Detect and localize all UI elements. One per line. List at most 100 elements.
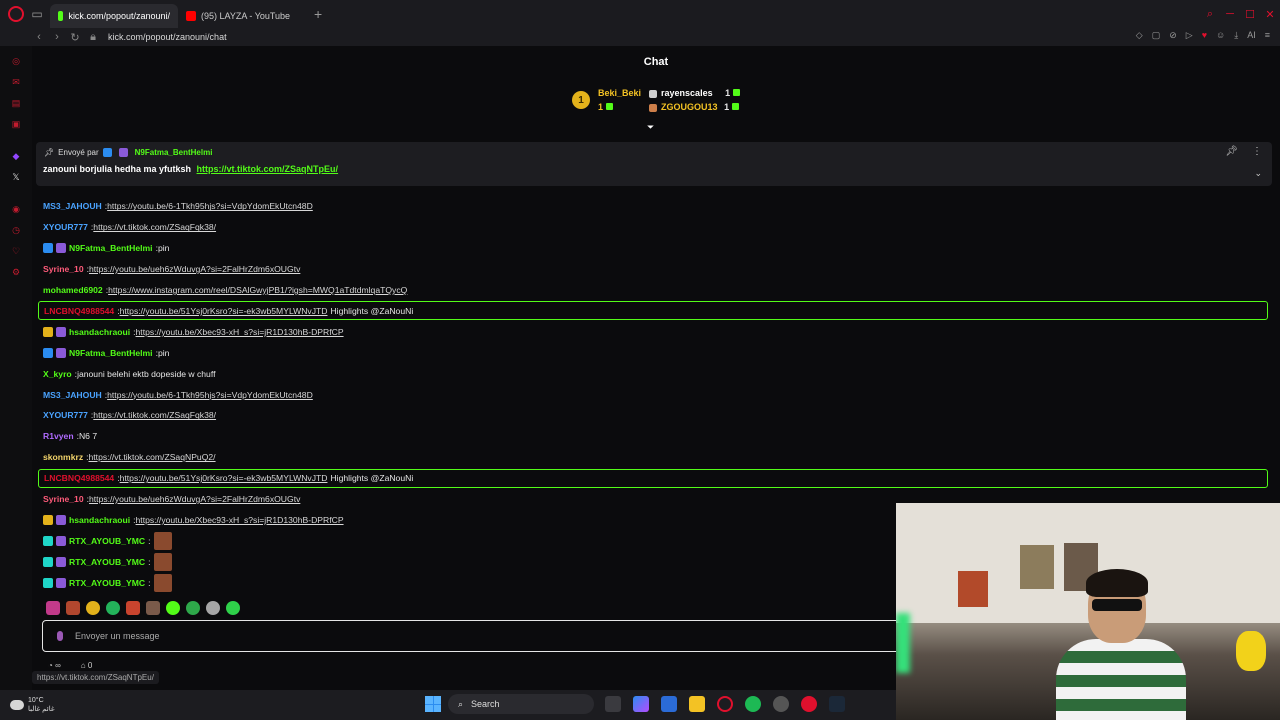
- aria-icon[interactable]: ◎: [9, 54, 23, 68]
- url-field[interactable]: kick.com/popout/zanouni/chat: [108, 32, 227, 42]
- chat-username[interactable]: Syrine_10: [43, 494, 84, 504]
- player-icon[interactable]: ▷: [1186, 30, 1193, 41]
- chat-link[interactable]: https://youtu.be/6-1Tkh95hjs?si=VdpYdomE…: [107, 390, 313, 400]
- chat-username[interactable]: R1vyen: [43, 431, 74, 441]
- copilot-icon[interactable]: [633, 696, 649, 712]
- player-icon[interactable]: ▣: [9, 117, 23, 131]
- download-icon[interactable]: ⤓: [1234, 30, 1238, 41]
- search-tabs-icon[interactable]: ⌕: [1200, 8, 1220, 21]
- chat-username[interactable]: N9Fatma_BentHelmi: [69, 243, 153, 253]
- chat-link[interactable]: https://vt.tiktok.com/ZSaqFqk38/: [93, 410, 216, 420]
- chat-username[interactable]: LNCBNQ4988544: [44, 306, 114, 316]
- chat-username[interactable]: RTX_AYOUB_YMC: [69, 536, 145, 546]
- chat-username[interactable]: hsandachraoui: [69, 327, 130, 337]
- more-options-icon[interactable]: ⋮: [1252, 146, 1262, 157]
- chat-input[interactable]: Envoyer un message: [42, 620, 902, 652]
- store-icon[interactable]: [661, 696, 677, 712]
- chat-username[interactable]: skonmkrz: [43, 452, 83, 462]
- chat-icon[interactable]: ▤: [9, 96, 23, 110]
- browser-titlebar: ▭ kick.com/popout/zanouni/ (95) LAYZA - …: [0, 0, 1280, 28]
- heart-icon[interactable]: ♥: [1202, 30, 1207, 41]
- chat-link[interactable]: https://youtu.be/Xbec93-xH_s?si=jR1D130h…: [136, 327, 344, 337]
- emote-icon[interactable]: [166, 601, 180, 615]
- emote-icon[interactable]: [106, 601, 120, 615]
- bookmarks-icon[interactable]: ♡: [9, 244, 23, 258]
- chat-link[interactable]: https://youtu.be/51Ysj0rKsro?si=-ek3wb5M…: [120, 473, 328, 483]
- spotify-icon[interactable]: [745, 696, 761, 712]
- microphone-icon[interactable]: [57, 631, 63, 641]
- emote-icon[interactable]: [186, 601, 200, 615]
- file-explorer-icon[interactable]: [689, 696, 705, 712]
- x-icon[interactable]: 𝕏: [9, 170, 23, 184]
- chat-link[interactable]: https://youtu.be/ueh6zWduvgA?si=2FalHrZd…: [89, 494, 300, 504]
- emote-icon[interactable]: [66, 601, 80, 615]
- steam-icon[interactable]: [829, 696, 845, 712]
- emote-icon[interactable]: [226, 601, 240, 615]
- unpin-icon[interactable]: 📌︎: [1225, 146, 1238, 157]
- chat-link[interactable]: https://youtu.be/6-1Tkh95hjs?si=VdpYdomE…: [107, 201, 313, 211]
- leader-name[interactable]: ZGOUGOU13: [661, 102, 718, 112]
- back-button[interactable]: ‹: [30, 31, 48, 43]
- tab-menu-icon[interactable]: ▭: [24, 0, 50, 28]
- aria-ai-icon[interactable]: AI: [1247, 30, 1256, 41]
- chat-link[interactable]: https://youtu.be/Xbec93-xH_s?si=jR1D130h…: [136, 515, 344, 525]
- pinned-link[interactable]: https://vt.tiktok.com/ZSaqNTpEu/: [197, 164, 339, 174]
- flow-icon[interactable]: ◉: [9, 202, 23, 216]
- app-icon[interactable]: [773, 696, 789, 712]
- chat-username[interactable]: XYOUR777: [43, 410, 88, 420]
- reload-button[interactable]: ↻: [66, 31, 84, 44]
- chat-username[interactable]: hsandachraoui: [69, 515, 130, 525]
- windows-start-icon[interactable]: [425, 696, 441, 712]
- adblock-icon[interactable]: ⊘: [1169, 30, 1177, 41]
- chat-username[interactable]: mohamed6902: [43, 285, 103, 295]
- chat-link[interactable]: https://youtu.be/ueh6zWduvgA?si=2FalHrZd…: [89, 264, 300, 274]
- tab-youtube[interactable]: (95) LAYZA - YouTube: [178, 4, 306, 28]
- chat-link[interactable]: https://youtu.be/51Ysj0rKsro?si=-ek3wb5M…: [120, 306, 328, 316]
- chat-link[interactable]: https://vt.tiktok.com/ZSaqFqk38/: [93, 222, 216, 232]
- chat-username[interactable]: Syrine_10: [43, 264, 84, 274]
- settings-icon[interactable]: ⚙: [9, 265, 23, 279]
- emote-icon[interactable]: [206, 601, 220, 615]
- opera-taskbar-icon[interactable]: [717, 696, 733, 712]
- leader-name[interactable]: Beki_Beki: [598, 86, 641, 100]
- chat-username[interactable]: X_kyro: [43, 369, 72, 379]
- emote-icon[interactable]: [86, 601, 100, 615]
- chat-separator: :: [148, 556, 151, 567]
- chat-link[interactable]: https://www.instagram.com/reel/DSAlGwyjP…: [108, 285, 407, 295]
- chat-link[interactable]: https://vt.tiktok.com/ZSaqNPuQ2/: [89, 452, 216, 462]
- chat-username[interactable]: XYOUR777: [43, 222, 88, 232]
- leader-name[interactable]: rayenscales: [661, 88, 713, 98]
- forward-button[interactable]: ›: [48, 31, 66, 43]
- chevron-down-icon[interactable]: ⌄: [1254, 168, 1262, 179]
- taskbar-search[interactable]: ⌕ Search: [448, 694, 594, 714]
- emote-icon[interactable]: [126, 601, 140, 615]
- chat-username[interactable]: RTX_AYOUB_YMC: [69, 578, 145, 588]
- chat-username[interactable]: LNCBNQ4988544: [44, 473, 114, 483]
- close-button[interactable]: ✕: [1260, 8, 1280, 21]
- app-icon[interactable]: [801, 696, 817, 712]
- messenger-icon[interactable]: ✉: [9, 75, 23, 89]
- emote-icon[interactable]: [146, 601, 160, 615]
- new-tab-button[interactable]: +: [314, 6, 322, 22]
- gift-counter[interactable]: ⌂ 0: [81, 661, 93, 670]
- filter-icon[interactable]: ⏷: [647, 122, 654, 133]
- profile-icon[interactable]: ☺: [1216, 30, 1225, 41]
- maximize-button[interactable]: ☐: [1240, 8, 1260, 21]
- emote-icon[interactable]: [46, 601, 60, 615]
- tab-kick[interactable]: kick.com/popout/zanouni/: [50, 4, 178, 28]
- task-view-icon[interactable]: [605, 696, 621, 712]
- chat-username[interactable]: RTX_AYOUB_YMC: [69, 557, 145, 567]
- weather-widget[interactable]: 10°C غائم غالبا: [10, 696, 55, 714]
- twitch-icon[interactable]: ◆: [9, 149, 23, 163]
- history-icon[interactable]: ◷: [9, 223, 23, 237]
- menu-icon[interactable]: ≡: [1265, 30, 1270, 41]
- chat-username[interactable]: N9Fatma_BentHelmi: [69, 348, 153, 358]
- chat-username[interactable]: MS3_JAHOUH: [43, 201, 102, 211]
- points-display[interactable]: ◔ ∞: [48, 661, 61, 670]
- bookmark-icon[interactable]: ◇: [1136, 30, 1143, 41]
- minimize-button[interactable]: ─: [1220, 8, 1240, 20]
- snapshot-icon[interactable]: ▢: [1152, 30, 1161, 41]
- chat-username[interactable]: MS3_JAHOUH: [43, 390, 102, 400]
- opera-logo-icon[interactable]: [8, 6, 24, 22]
- pinned-user[interactable]: N9Fatma_BentHelmi: [135, 148, 213, 157]
